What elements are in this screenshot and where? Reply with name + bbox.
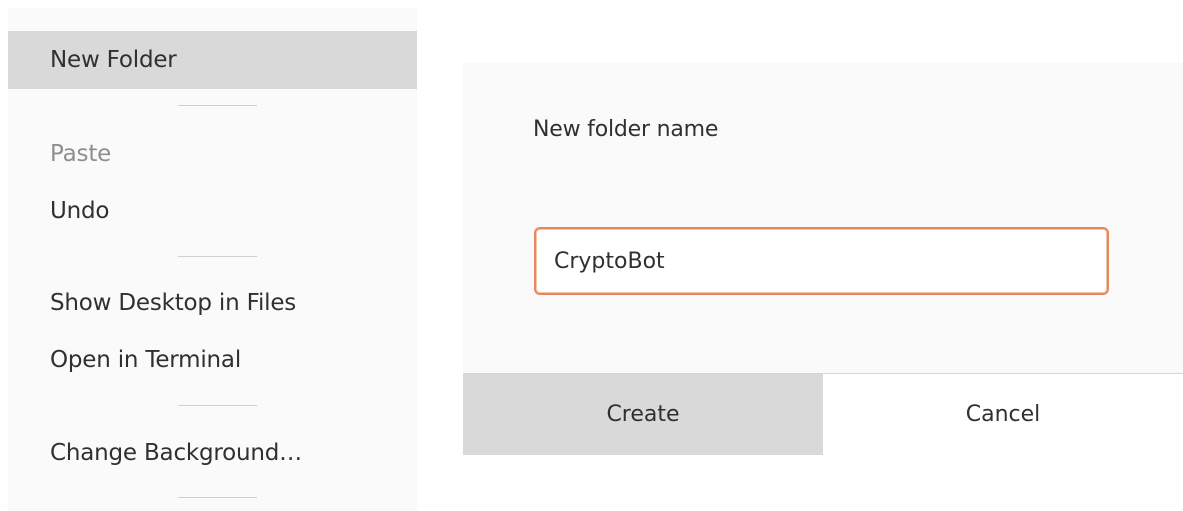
menu-item-change-background[interactable]: Change Background… [8,424,417,482]
cancel-button[interactable]: Cancel [823,374,1183,455]
menu-separator [178,405,257,406]
menu-item-undo[interactable]: Undo [8,182,417,240]
menu-item-open-in-terminal[interactable]: Open in Terminal [8,331,417,389]
menu-separator [178,256,257,257]
folder-name-input[interactable] [534,227,1109,295]
menu-separator [178,497,257,498]
menu-item-show-desktop-in-files[interactable]: Show Desktop in Files [8,274,417,332]
create-button[interactable]: Create [463,374,823,455]
dialog-button-bar: Create Cancel [463,373,1183,455]
menu-item-new-folder[interactable]: New Folder [8,31,417,89]
menu-separator [178,105,257,106]
new-folder-name-label: New folder name [533,117,719,142]
desktop-context-menu: New Folder Paste Undo Show Desktop in Fi… [8,8,417,511]
new-folder-dialog: New folder name Create Cancel [463,63,1183,455]
menu-item-paste[interactable]: Paste [8,125,417,183]
